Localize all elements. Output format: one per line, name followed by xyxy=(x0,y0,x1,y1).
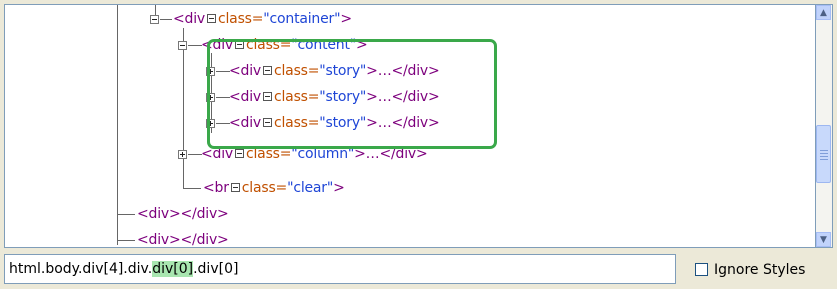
path-prefix: html.body.div[4].div. xyxy=(9,261,153,277)
tag-end: > xyxy=(340,11,352,27)
tree-guide-line xyxy=(183,28,184,188)
path-selected-segment: div[0] xyxy=(152,261,194,277)
tree-guide-line xyxy=(160,19,172,20)
grip-line xyxy=(820,153,828,154)
grip-line xyxy=(820,156,828,157)
attribute-toggle-icon[interactable] xyxy=(207,13,216,23)
tree-guide-line xyxy=(117,214,135,215)
scrollbar-thumb[interactable] xyxy=(816,125,831,183)
attribute-name: class= xyxy=(241,180,288,196)
tree-node-div[interactable]: <div></div> xyxy=(137,204,229,224)
element-path-field[interactable]: html.body.div[4].div.div[0].div[0] xyxy=(4,254,676,284)
tree-guide-line xyxy=(117,5,118,245)
tag-name: <div xyxy=(173,11,205,27)
tag-name: <br xyxy=(203,180,229,196)
expand-column-icon[interactable] xyxy=(178,150,187,159)
collapse-container-icon[interactable] xyxy=(150,15,159,24)
dom-tree-panel[interactable]: <div class="container"> <div class="conten… xyxy=(4,4,816,248)
attribute-value: "clear" xyxy=(287,180,334,196)
tree-guide-line xyxy=(188,45,202,46)
path-suffix: .div[0] xyxy=(193,261,239,277)
tree-guide-line xyxy=(183,188,201,189)
tag-text: <div></div> xyxy=(137,232,229,248)
grip-line xyxy=(820,150,828,151)
selection-highlight xyxy=(207,39,497,149)
grip-line xyxy=(820,159,828,160)
tree-guide-line xyxy=(117,240,135,241)
dom-inspector-window: <div class="container"> <div class="conten… xyxy=(0,0,837,289)
tree-node-container[interactable]: <div class="container"> xyxy=(173,9,352,29)
ignore-styles-label: Ignore Styles xyxy=(714,262,806,278)
ignore-styles-option[interactable]: Ignore Styles xyxy=(695,261,805,279)
attribute-toggle-icon[interactable] xyxy=(230,182,240,192)
tree-node-div[interactable]: <div></div> xyxy=(137,230,229,248)
vertical-scrollbar[interactable]: ▲ ▼ xyxy=(816,4,833,248)
scroll-down-icon[interactable]: ▼ xyxy=(816,232,831,247)
ignore-styles-checkbox[interactable] xyxy=(695,262,708,276)
attribute-toggle-icon[interactable] xyxy=(235,148,244,158)
tag-end: > xyxy=(333,180,345,196)
tag-text: <div></div> xyxy=(137,206,229,222)
collapse-content-icon[interactable] xyxy=(178,41,187,50)
tree-node-br[interactable]: <br class="clear"> xyxy=(203,178,345,198)
scroll-up-icon[interactable]: ▲ xyxy=(816,5,831,20)
tree-guide-line xyxy=(188,154,202,155)
attribute-name: class= xyxy=(218,11,264,27)
attribute-value: "container" xyxy=(263,11,341,27)
